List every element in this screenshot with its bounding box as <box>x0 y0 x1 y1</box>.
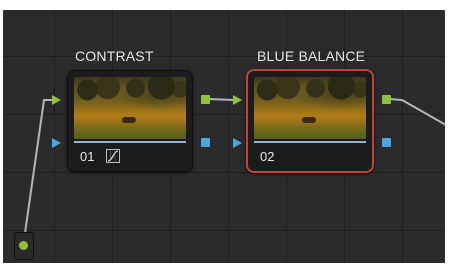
key-output-port[interactable] <box>382 138 391 147</box>
rgb-output-port[interactable] <box>201 95 210 104</box>
wire-blue-balance-out <box>388 98 447 126</box>
rgb-input-triangle[interactable] <box>52 95 61 105</box>
source-output-dot[interactable] <box>19 241 28 250</box>
node-number: 01 <box>80 149 95 164</box>
key-output-port[interactable] <box>201 138 210 147</box>
node-02-blue-balance[interactable]: 02 <box>246 69 374 173</box>
node-title-contrast: CONTRAST <box>75 48 154 64</box>
frame-edge <box>0 0 449 10</box>
node-thumbnail <box>74 77 186 139</box>
frame-edge <box>0 0 3 266</box>
wire-contrast-to-blue-balance <box>207 98 235 101</box>
rgb-input-triangle[interactable] <box>233 95 242 105</box>
frame-edge <box>445 0 449 266</box>
key-bar <box>254 141 366 143</box>
node-01-contrast[interactable]: 01 <box>67 70 193 172</box>
curves-icon <box>106 149 120 163</box>
wire-source-to-contrast <box>23 99 54 241</box>
source-input-node[interactable] <box>14 232 34 260</box>
node-number: 02 <box>260 149 275 164</box>
rgb-output-port[interactable] <box>382 95 391 104</box>
node-thumbnail <box>254 77 366 139</box>
node-editor-canvas[interactable]: CONTRAST 01 BLUE BALANCE 02 <box>0 0 449 266</box>
key-input-triangle[interactable] <box>233 138 242 148</box>
key-input-triangle[interactable] <box>52 138 61 148</box>
node-title-blue-balance: BLUE BALANCE <box>257 48 366 64</box>
key-bar <box>74 141 186 143</box>
